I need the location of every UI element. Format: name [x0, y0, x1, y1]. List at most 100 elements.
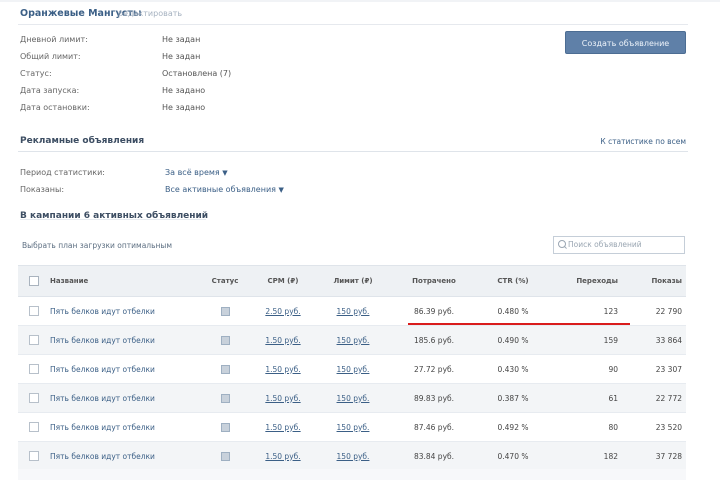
col-status[interactable]: Статус	[208, 266, 242, 296]
info-value: Не задано	[162, 86, 206, 95]
ad-name-link[interactable]: Пять белков идут отбелки	[50, 384, 200, 412]
status-icon[interactable]	[220, 364, 230, 374]
col-name[interactable]: Название	[50, 266, 200, 296]
row-checkbox[interactable]	[29, 306, 39, 316]
ads-table: Название Статус CPM (₽) Лимит (₽) Потрач…	[18, 265, 686, 471]
table-row[interactable]: Пять белков идут отбелки 1.50 руб. 150 р…	[18, 355, 686, 384]
status-icon[interactable]	[220, 422, 230, 432]
period-filter-dropdown[interactable]: За всё время ▼	[165, 168, 228, 177]
info-value: Не задан	[162, 52, 201, 61]
clicks-value: 182	[603, 451, 618, 461]
spent-value: 185.6 руб.	[413, 335, 455, 345]
limit-value[interactable]: 150 руб.	[328, 413, 378, 441]
shows-value: 23 307	[655, 364, 682, 374]
section-divider	[18, 151, 688, 152]
limit-value[interactable]: 150 руб.	[328, 384, 378, 412]
top-divider	[0, 0, 720, 2]
chevron-down-icon: ▼	[278, 186, 284, 194]
row-checkbox[interactable]	[29, 364, 39, 374]
table-header: Название Статус CPM (₽) Лимит (₽) Потрач…	[18, 265, 686, 297]
shows-value: 22 772	[655, 393, 682, 403]
info-label: Статус:	[20, 69, 52, 78]
cpm-value[interactable]: 1.50 руб.	[258, 413, 308, 441]
spent-value: 86.39 руб.	[413, 306, 455, 316]
clicks-value: 159	[603, 335, 618, 345]
ctr-value: 0.492 %	[497, 422, 529, 432]
clicks-value: 61	[608, 393, 618, 403]
table-row[interactable]: Пять белков идут отбелки 1.50 руб. 150 р…	[18, 442, 686, 471]
ctr-value: 0.480 %	[497, 306, 529, 316]
limit-value[interactable]: 150 руб.	[328, 326, 378, 354]
ctr-value: 0.490 %	[497, 335, 529, 345]
limit-value[interactable]: 150 руб.	[328, 442, 378, 470]
col-limit[interactable]: Лимит (₽)	[328, 266, 378, 296]
ads-cabinet-page: Оранжевые Мангусты редактировать Дневной…	[0, 0, 720, 480]
clicks-value: 80	[608, 422, 618, 432]
col-cpm[interactable]: CPM (₽)	[258, 266, 308, 296]
info-label: Дневной лимит:	[20, 35, 88, 44]
highlight-underline	[408, 323, 630, 325]
status-cell	[208, 442, 242, 470]
all-stats-link[interactable]: К статистике по всем	[600, 137, 686, 146]
shown-filter-dropdown[interactable]: Все активные объявления ▼	[165, 185, 284, 194]
row-select-cell	[28, 384, 40, 412]
clicks-value: 90	[608, 364, 618, 374]
ad-name-link[interactable]: Пять белков идут отбелки	[50, 355, 200, 383]
row-checkbox[interactable]	[29, 393, 39, 403]
select-all-checkbox[interactable]	[29, 276, 39, 286]
ctr-value: 0.387 %	[497, 393, 529, 403]
table-row[interactable]: Пять белков идут отбелки 2.50 руб. 150 р…	[18, 297, 686, 326]
table-row[interactable]: Пять белков идут отбелки 1.50 руб. 150 р…	[18, 384, 686, 413]
row-select-cell	[28, 355, 40, 383]
ctr-value: 0.430 %	[497, 364, 529, 374]
col-shows[interactable]: Показы	[630, 266, 682, 296]
table-row[interactable]: Пять белков идут отбелки 1.50 руб. 150 р…	[18, 326, 686, 355]
col-clicks[interactable]: Переходы	[558, 266, 618, 296]
info-value: Не задан	[162, 35, 201, 44]
edit-campaign-link[interactable]: редактировать	[118, 9, 182, 18]
shown-filter-label: Показаны:	[20, 185, 65, 194]
search-icon	[558, 240, 566, 248]
limit-value[interactable]: 150 руб.	[328, 297, 378, 325]
status-icon[interactable]	[220, 335, 230, 345]
ads-section-title: Рекламные объявления	[20, 136, 145, 146]
period-filter-label: Период статистики:	[20, 168, 105, 177]
status-cell	[208, 384, 242, 412]
ad-name-link[interactable]: Пять белков идут отбелки	[50, 442, 200, 470]
status-icon[interactable]	[220, 451, 230, 461]
status-icon[interactable]	[220, 306, 230, 316]
ad-name-link[interactable]: Пять белков идут отбелки	[50, 413, 200, 441]
limit-value[interactable]: 150 руб.	[328, 355, 378, 383]
spent-value: 89.83 руб.	[413, 393, 455, 403]
period-filter-value: За всё время	[165, 168, 220, 177]
row-checkbox[interactable]	[29, 451, 39, 461]
row-select-cell	[28, 297, 40, 325]
row-select-cell	[28, 442, 40, 470]
cpm-value[interactable]: 1.50 руб.	[258, 326, 308, 354]
table-footer	[18, 469, 686, 480]
row-checkbox[interactable]	[29, 335, 39, 345]
row-select-cell	[28, 326, 40, 354]
status-cell	[208, 413, 242, 441]
info-label: Дата остановки:	[20, 103, 90, 112]
ad-name-link[interactable]: Пять белков идут отбелки	[50, 297, 200, 325]
ads-search-input[interactable]: Поиск объявлений	[553, 236, 685, 254]
cpm-value[interactable]: 1.50 руб.	[258, 442, 308, 470]
bulk-action-hint[interactable]: Выбрать план загрузки оптимальным	[22, 241, 172, 250]
status-icon[interactable]	[220, 393, 230, 403]
col-spent[interactable]: Потрачено	[403, 266, 465, 296]
cpm-value[interactable]: 1.50 руб.	[258, 384, 308, 412]
ad-name-link[interactable]: Пять белков идут отбелки	[50, 326, 200, 354]
info-label: Дата запуска:	[20, 86, 80, 95]
row-checkbox[interactable]	[29, 422, 39, 432]
table-row[interactable]: Пять белков идут отбелки 1.50 руб. 150 р…	[18, 413, 686, 442]
cpm-value[interactable]: 1.50 руб.	[258, 355, 308, 383]
cpm-value[interactable]: 2.50 руб.	[258, 297, 308, 325]
shows-value: 33 864	[655, 335, 682, 345]
col-ctr[interactable]: CTR (%)	[483, 266, 543, 296]
spent-value: 83.84 руб.	[413, 451, 455, 461]
shows-value: 37 728	[655, 451, 682, 461]
info-value: Не задано	[162, 103, 206, 112]
header-divider	[18, 24, 688, 25]
create-ad-button[interactable]: Создать объявление	[565, 31, 686, 54]
